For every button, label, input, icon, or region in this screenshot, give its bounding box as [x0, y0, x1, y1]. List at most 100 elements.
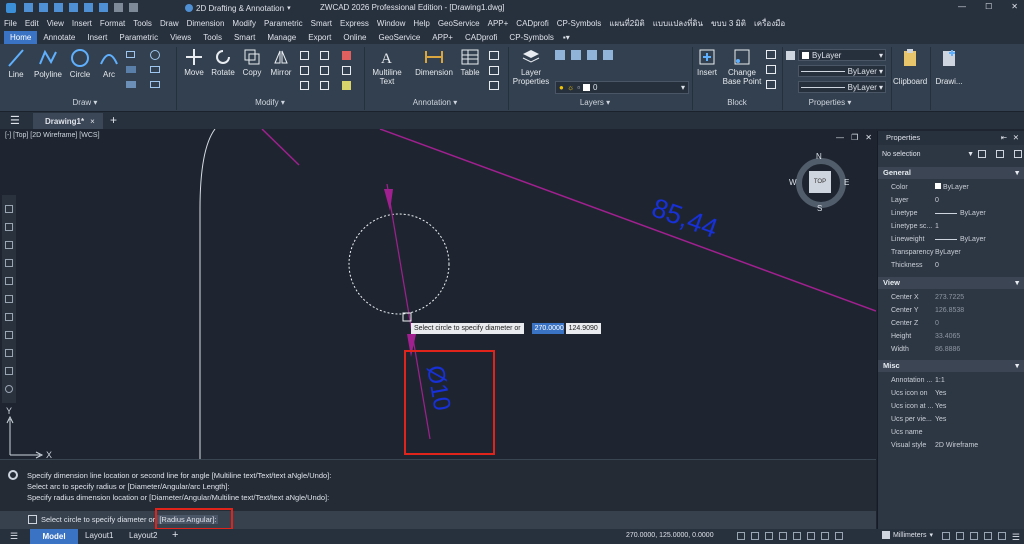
trim-icon[interactable] [320, 51, 329, 60]
create-block-icon[interactable] [766, 50, 776, 59]
hamburger-menu-icon[interactable]: ☰ [10, 114, 20, 127]
app-logo[interactable] [6, 3, 16, 13]
polar-toggle-icon[interactable] [779, 532, 787, 540]
tab-smart[interactable]: Smart [228, 31, 261, 44]
menu-app-plus[interactable]: APP+ [488, 19, 509, 28]
tool-icon[interactable] [5, 277, 13, 285]
section-view[interactable]: View ▾ [878, 277, 1024, 289]
select-objects-icon[interactable] [996, 150, 1004, 158]
settings-icon[interactable] [5, 385, 13, 393]
quick-select-icon[interactable] [978, 150, 986, 158]
tab-drawing1[interactable]: Drawing1* × [33, 113, 103, 129]
view-cube[interactable]: TOP N S E W [789, 152, 851, 213]
clipboard-button[interactable]: Clipboard [893, 48, 927, 86]
tab-manage[interactable]: Manage [261, 31, 302, 44]
tool-icon[interactable] [5, 259, 13, 267]
ribbon-options-icon[interactable]: ▪▾ [560, 31, 573, 44]
drawing-viewport[interactable]: [-] [Top] [2D Wireframe] [WCS] 85,44 Ø10… [0, 129, 876, 459]
ortho-toggle-icon[interactable] [765, 532, 773, 540]
move-button[interactable]: Move [182, 48, 206, 77]
region-icon[interactable] [126, 81, 136, 88]
close-icon[interactable]: ✕ [1013, 131, 1019, 145]
redo-icon[interactable] [129, 3, 138, 12]
new-tab-icon[interactable]: + [110, 113, 117, 127]
tool-icon[interactable] [5, 313, 13, 321]
prop-row[interactable]: Linetype sc... 1 [878, 220, 1024, 233]
otrack-toggle-icon[interactable] [807, 532, 815, 540]
menu-modify[interactable]: Modify [232, 19, 256, 28]
modify-group-label[interactable]: Modify ▾ [245, 98, 295, 107]
undo-icon[interactable] [114, 3, 123, 12]
menu-geoservice[interactable]: GeoService [438, 19, 480, 28]
menu-edit[interactable]: Edit [25, 19, 39, 28]
draw-more-button[interactable]: Drawi... [933, 48, 965, 86]
view-cube-top-face[interactable]: TOP [809, 171, 831, 193]
arc-button[interactable]: Arc [99, 48, 119, 79]
layer-properties-button[interactable]: Layer Properties [512, 48, 550, 86]
menu-insert[interactable]: Insert [72, 19, 92, 28]
mirror-button[interactable]: Mirror [267, 48, 295, 77]
copy-button[interactable]: Copy [240, 48, 264, 77]
layer-tool-icon[interactable] [571, 50, 581, 60]
diameter-dim-line[interactable] [386, 183, 431, 440]
menu-thai-map[interactable]: แผนที่2มิติ [609, 17, 645, 30]
workspace-selector[interactable]: 2D Drafting & Annotation ▾ [185, 2, 291, 14]
tab-insert[interactable]: Insert [81, 31, 113, 44]
layers-group-label[interactable]: Layers ▾ [570, 98, 620, 107]
menu-format[interactable]: Format [100, 19, 125, 28]
isolate-icon[interactable] [983, 532, 992, 540]
menu-tools[interactable]: Tools [133, 19, 152, 28]
tool-icon[interactable] [5, 205, 13, 213]
save-as-icon[interactable] [69, 3, 78, 12]
fillet-icon[interactable] [300, 51, 309, 60]
lock-icon[interactable] [969, 532, 978, 540]
section-general[interactable]: General ▾ [878, 167, 1024, 179]
tab-annotate[interactable]: Annotate [37, 31, 81, 44]
prop-row[interactable]: Ucs icon at ... Yes [878, 400, 1024, 413]
restore-icon[interactable]: ❐ [851, 133, 858, 142]
menu-thai-3d[interactable]: ขบบ 3 มิติ [711, 17, 746, 30]
change-base-point-button[interactable]: Change Base Point [722, 48, 762, 86]
annotation-scale-icon[interactable] [942, 532, 950, 540]
save-icon[interactable] [54, 3, 63, 12]
prop-row[interactable]: Lineweight ByLayer [878, 233, 1024, 246]
menu-cadprofi[interactable]: CADprofi [516, 19, 548, 28]
selection-dropdown[interactable]: No selection ▼ [880, 149, 976, 161]
tab-home[interactable]: Home [4, 31, 38, 44]
menu-thai-land[interactable]: แบบแปลงที่ดิน [653, 17, 703, 30]
offset-icon[interactable] [320, 81, 329, 90]
mark-icon[interactable] [489, 81, 499, 90]
tab-online[interactable]: Online [337, 31, 372, 44]
erase-icon[interactable] [342, 51, 351, 60]
open-file-icon[interactable] [39, 3, 48, 12]
grid-toggle-icon[interactable] [737, 532, 745, 540]
section-misc[interactable]: Misc ▾ [878, 360, 1024, 372]
tab-cp-symbols[interactable]: CP-Symbols [503, 31, 559, 44]
selected-circle[interactable] [348, 213, 450, 315]
rotate-button[interactable]: Rotate [209, 48, 237, 77]
customize-icon[interactable]: ☰ [1012, 532, 1020, 543]
leader-icon[interactable] [489, 51, 499, 60]
layer-dropdown[interactable]: ● ☼ ▫ 0 ▾ [555, 81, 689, 94]
stretch-icon[interactable] [300, 66, 309, 75]
multiline-text-button[interactable]: A Multiline Text [369, 48, 405, 86]
lineweight-dropdown[interactable]: ByLayer ▾ [798, 81, 886, 93]
prop-row[interactable]: Visual style 2D Wireframe [878, 439, 1024, 452]
diameter-dimension-text[interactable]: Ø10 [421, 363, 455, 412]
prop-row[interactable]: Color ByLayer [878, 181, 1024, 194]
tool-icon[interactable] [5, 295, 13, 303]
tolerance-icon[interactable] [489, 66, 499, 75]
prop-row[interactable]: Layer 0 [878, 194, 1024, 207]
command-settings-icon[interactable] [8, 470, 18, 480]
tab-tools[interactable]: Tools [197, 31, 228, 44]
menu-parametric[interactable]: Parametric [264, 19, 303, 28]
array-icon[interactable] [300, 81, 309, 90]
menu-help[interactable]: Help [413, 19, 429, 28]
boundary-icon[interactable] [150, 66, 160, 73]
linetype-dropdown[interactable]: ByLayer ▾ [798, 65, 886, 77]
layer-tool-icon[interactable] [603, 50, 613, 60]
rectangle-icon[interactable] [126, 51, 135, 58]
circle-button[interactable]: Circle [68, 48, 92, 79]
tab-parametric[interactable]: Parametric [113, 31, 164, 44]
maximize-icon[interactable]: ☐ [985, 2, 992, 11]
